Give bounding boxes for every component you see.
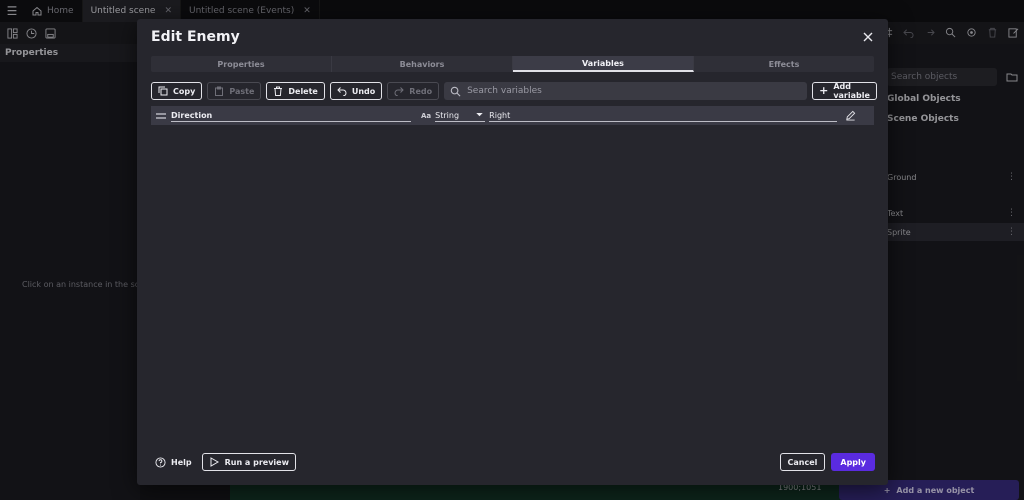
redo-icon <box>394 87 404 96</box>
play-icon <box>210 457 219 467</box>
apply-button[interactable]: Apply <box>831 453 875 471</box>
variable-name-field[interactable]: Direction <box>171 109 411 122</box>
search-variables-input[interactable] <box>467 86 808 96</box>
redo-label: Redo <box>409 86 433 96</box>
tab-properties[interactable]: Properties <box>151 56 332 72</box>
help-icon <box>155 456 166 468</box>
add-variable-button[interactable]: + Add variable <box>812 82 877 100</box>
undo-label: Undo <box>351 86 376 96</box>
undo-button[interactable]: Undo <box>329 82 383 100</box>
copy-icon <box>158 86 168 96</box>
copy-label: Copy <box>173 86 196 96</box>
delete-label: Delete <box>288 86 318 96</box>
edit-object-dialog: Edit Enemy Properties Behaviors Variable… <box>137 19 888 485</box>
add-variable-label: Add variable <box>833 82 870 100</box>
variable-row[interactable]: Direction Aa String Right <box>151 106 874 125</box>
dialog-title: Edit Enemy <box>151 29 240 45</box>
variables-toolbar: Copy Paste Delete Undo Redo + Add variab… <box>151 82 877 100</box>
tab-variables[interactable]: Variables <box>513 56 694 72</box>
clipboard-icon <box>215 86 224 96</box>
dialog-tabs: Properties Behaviors Variables Effects <box>151 56 874 72</box>
redo-button[interactable]: Redo <box>387 82 440 100</box>
delete-button[interactable]: Delete <box>266 82 325 100</box>
help-label: Help <box>171 457 192 467</box>
cancel-button[interactable]: Cancel <box>779 453 826 471</box>
copy-button[interactable]: Copy <box>151 82 203 100</box>
variable-type-value: String <box>435 110 460 120</box>
help-link[interactable]: Help <box>155 456 192 468</box>
string-type-icon: Aa <box>421 111 432 120</box>
pencil-icon[interactable] <box>845 110 856 121</box>
search-variables-field[interactable] <box>444 82 808 100</box>
undo-icon <box>337 87 347 96</box>
chevron-down-icon <box>476 113 483 117</box>
variable-type-select[interactable]: String <box>435 109 486 122</box>
trash-icon <box>274 86 283 96</box>
close-icon[interactable] <box>862 31 874 43</box>
run-preview-label: Run a preview <box>224 457 289 467</box>
variable-value-field[interactable]: Right <box>489 109 838 122</box>
tab-behaviors[interactable]: Behaviors <box>332 56 513 72</box>
dialog-footer-right: Cancel Apply <box>779 453 875 471</box>
drag-handle-icon[interactable] <box>151 112 171 119</box>
paste-button[interactable]: Paste <box>207 82 262 100</box>
run-preview-button[interactable]: Run a preview <box>201 453 296 471</box>
tab-effects[interactable]: Effects <box>694 56 874 72</box>
dialog-footer-left: Help Run a preview <box>155 453 296 471</box>
plus-icon: + <box>819 84 829 97</box>
search-icon <box>450 86 461 96</box>
paste-label: Paste <box>229 86 255 96</box>
